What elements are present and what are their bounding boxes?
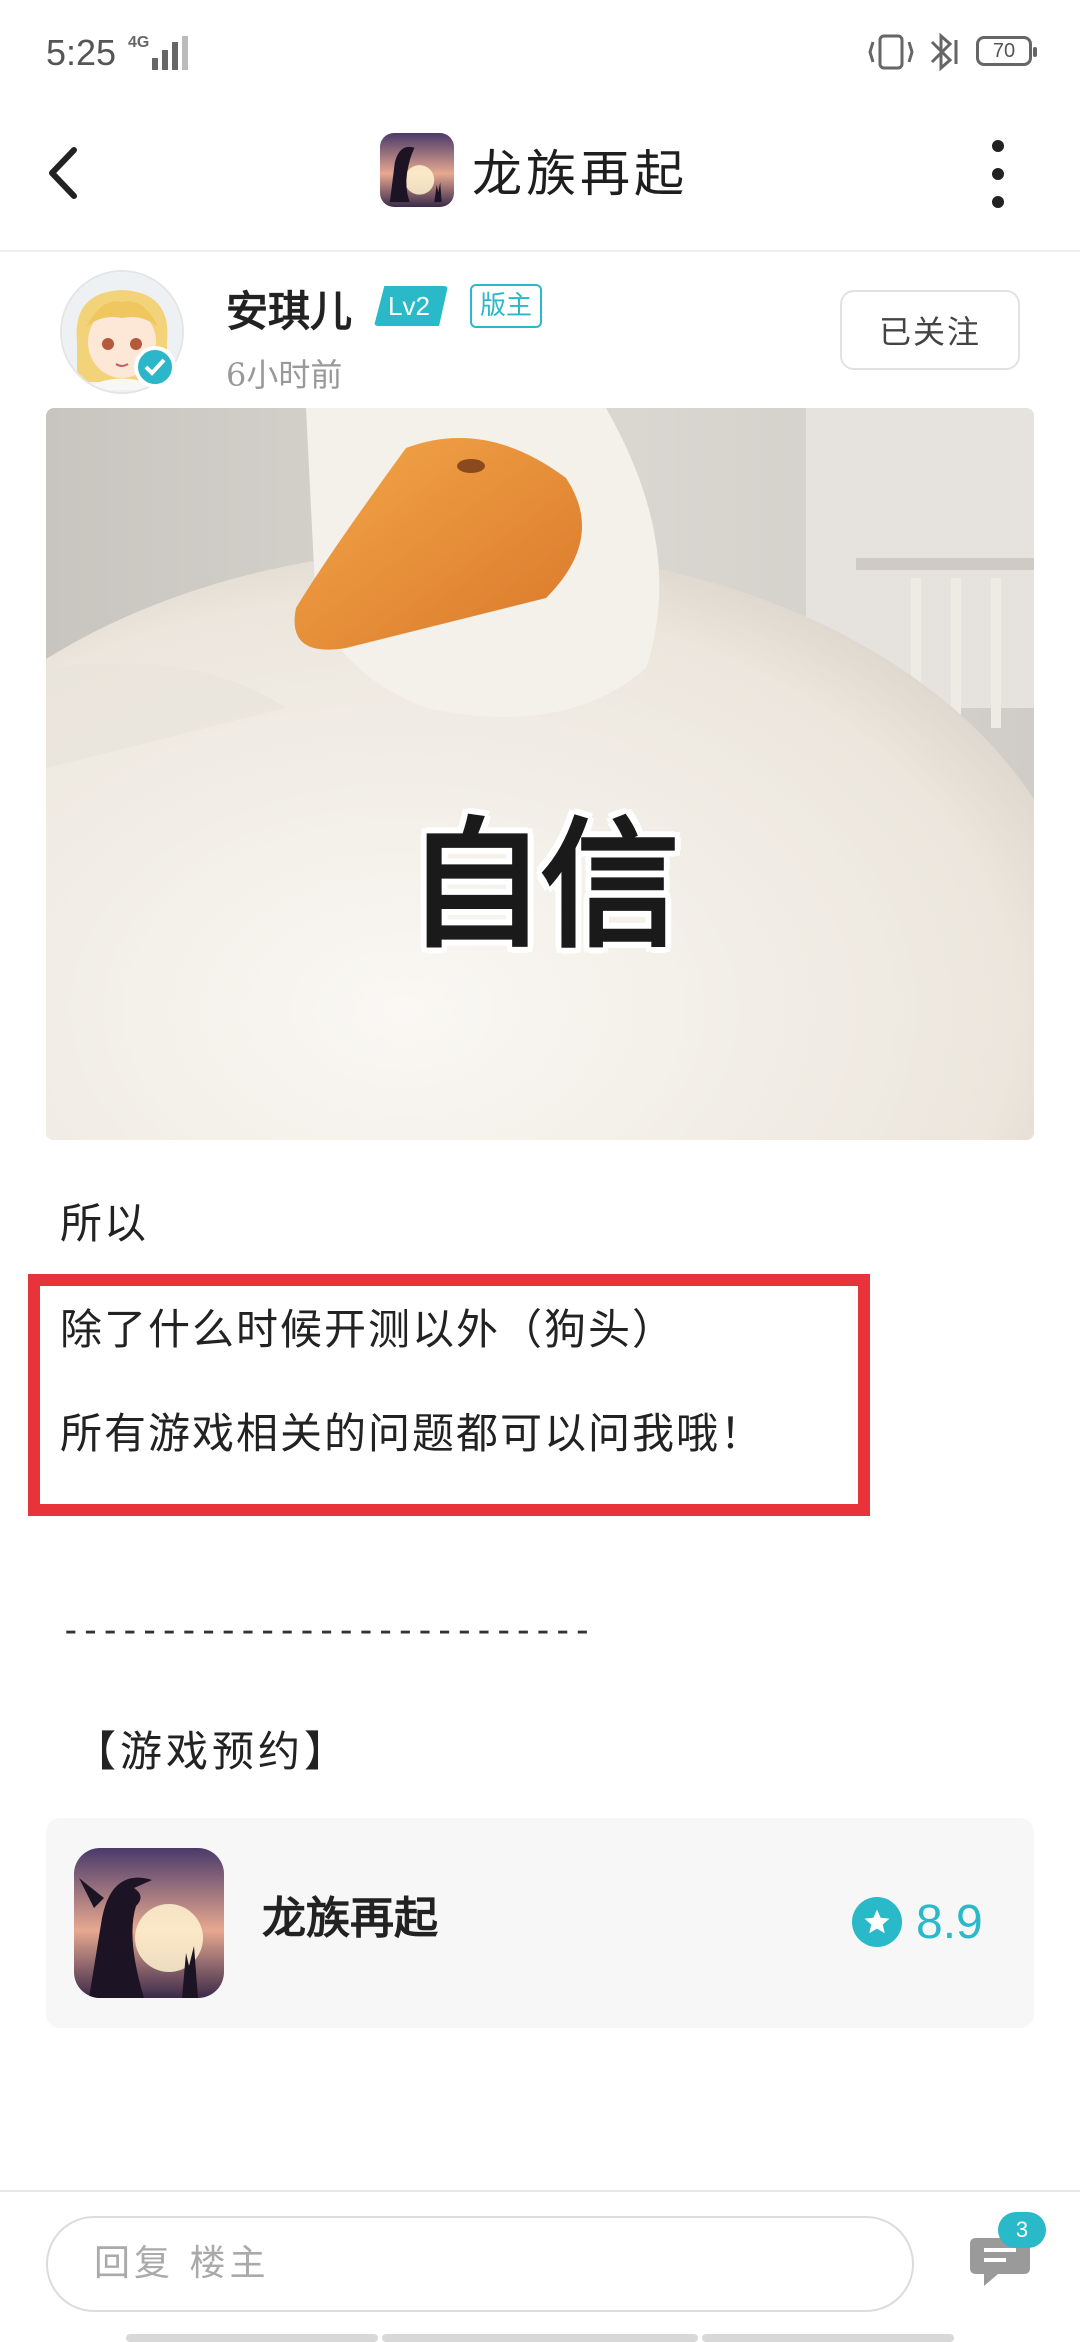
star-icon — [852, 1897, 902, 1947]
verified-icon — [134, 346, 176, 388]
author-name[interactable]: 安琪儿 — [226, 278, 352, 339]
game-icon — [380, 133, 454, 207]
more-options-icon[interactable] — [986, 140, 1010, 210]
bluetooth-icon — [930, 32, 958, 72]
top-nav: 龙族再起 — [0, 100, 1080, 252]
vibrate-icon — [868, 34, 914, 70]
level-badge: Lv2 — [374, 286, 448, 326]
rating-value: 8.9 — [916, 1895, 983, 1949]
post-text-line: 所以 — [60, 1199, 149, 1248]
header-title-group[interactable]: 龙族再起 — [380, 130, 688, 210]
game-rating: 8.9 — [852, 1894, 983, 1950]
image-caption: 自信 — [405, 805, 680, 968]
post-text-line: 除了什么时候开测以外（狗头） — [60, 1305, 677, 1354]
post-image[interactable]: 自信 — [46, 408, 1034, 1140]
back-arrow-icon[interactable] — [44, 138, 104, 208]
reply-input[interactable]: 回复 楼主 — [46, 2216, 914, 2312]
moderator-badge: 版主 — [470, 284, 543, 328]
battery-icon: 70 — [976, 36, 1037, 66]
status-time: 5:25 — [46, 32, 117, 73]
follow-button[interactable]: 已关注 — [840, 290, 1020, 370]
section-heading: 【游戏预约】 — [74, 1727, 351, 1776]
nav-indicator — [702, 2334, 954, 2342]
divider-line: --------------------------- — [60, 1610, 593, 1651]
page-title: 龙族再起 — [472, 145, 688, 203]
game-name: 龙族再起 — [262, 1893, 438, 1944]
game-icon — [74, 1848, 224, 1998]
comment-count-badge: 3 — [998, 2212, 1046, 2248]
game-card[interactable]: 龙族再起 8.9 — [46, 1818, 1034, 2028]
nav-indicator — [382, 2334, 698, 2342]
status-bar: 5:25 4G 70 — [0, 0, 1080, 100]
post-time: 6小时前 — [226, 356, 343, 394]
network-type: 4G — [128, 34, 150, 51]
nav-indicator — [126, 2334, 378, 2342]
bottom-bar: 回复 楼主 3 — [0, 2190, 1080, 2342]
signal-icon — [152, 36, 188, 70]
post-text-line: 所有游戏相关的问题都可以问我哦！ — [60, 1409, 765, 1458]
